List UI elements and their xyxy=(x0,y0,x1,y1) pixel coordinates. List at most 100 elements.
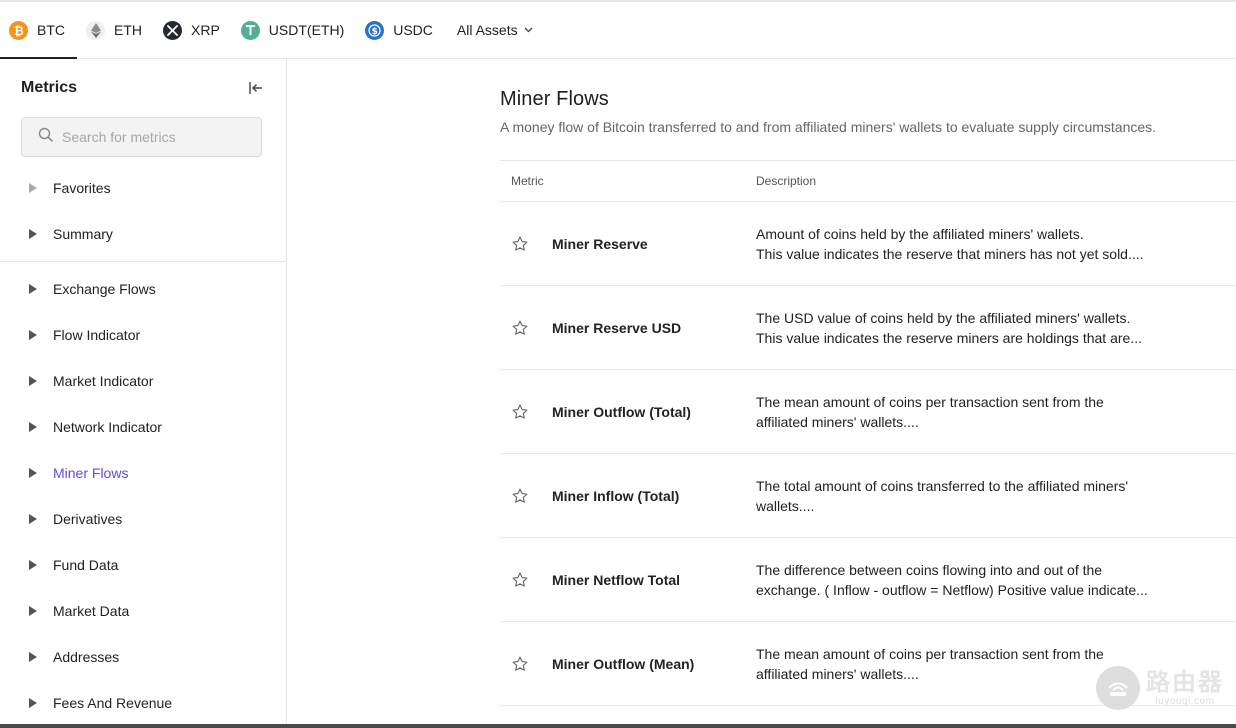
table-row[interactable]: Miner Inflow (Total) The total amount of… xyxy=(500,454,1236,538)
metrics-sidebar: Metrics Favorites Summary Exchange Flows… xyxy=(0,59,287,728)
description-line: The mean amount of coins per transaction… xyxy=(756,645,1104,662)
sidebar-item-exchange-flows[interactable]: Exchange Flows xyxy=(0,266,286,312)
description-line: wallets.... xyxy=(756,497,815,514)
star-icon[interactable] xyxy=(500,403,552,421)
asset-tab-usdc[interactable]: $ USDC xyxy=(356,2,445,58)
usdc-icon: $ xyxy=(365,20,385,40)
sidebar-item-label: Favorites xyxy=(53,180,111,196)
description-line: This value indicates the reserve miners … xyxy=(756,329,1142,346)
sidebar-item-favorites[interactable]: Favorites xyxy=(0,165,286,211)
sidebar-item-label: Summary xyxy=(53,226,113,242)
collapse-sidebar-icon[interactable] xyxy=(246,78,266,98)
description-line: The total amount of coins transferred to… xyxy=(756,477,1129,494)
asset-tab-label: ETH xyxy=(114,22,142,38)
caret-right-icon xyxy=(29,284,37,294)
metric-name[interactable]: Miner Inflow (Total) xyxy=(552,488,756,504)
metric-name[interactable]: Miner Netflow Total xyxy=(552,572,756,588)
description-line: The difference between coins flowing int… xyxy=(756,561,1103,578)
sidebar-item-addresses[interactable]: Addresses xyxy=(0,634,286,680)
svg-text:₿: ₿ xyxy=(14,24,24,37)
asset-tab-label: USDC xyxy=(393,22,433,38)
sidebar-item-label: Market Data xyxy=(53,603,130,619)
metric-name[interactable]: Miner Outflow (Total) xyxy=(552,404,756,420)
asset-tab-btc[interactable]: ₿ BTC xyxy=(0,2,77,59)
caret-right-icon xyxy=(29,422,37,432)
all-assets-label: All Assets xyxy=(456,22,518,38)
asset-tab-label: XRP xyxy=(191,22,220,38)
all-assets-dropdown[interactable]: All Assets xyxy=(445,2,545,58)
sidebar-item-fund-data[interactable]: Fund Data xyxy=(0,542,286,588)
caret-right-icon xyxy=(29,652,37,662)
star-icon[interactable] xyxy=(500,655,552,673)
sidebar-item-summary[interactable]: Summary xyxy=(0,211,286,257)
asset-tab-eth[interactable]: ETH xyxy=(77,2,154,58)
sidebar-item-derivatives[interactable]: Derivatives xyxy=(0,496,286,542)
page-title: Miner Flows xyxy=(500,88,609,110)
sidebar-item-miner-flows[interactable]: Miner Flows xyxy=(0,450,286,496)
router-icon xyxy=(1096,666,1140,710)
sidebar-top-list: Favorites Summary xyxy=(0,165,286,257)
ethereum-icon xyxy=(86,20,105,40)
caret-right-icon xyxy=(29,698,37,708)
description-line: exchange. ( Inflow - outflow = Netflow) … xyxy=(756,581,1148,598)
asset-tab-label: BTC xyxy=(37,22,65,38)
table-row[interactable]: Miner Reserve Amount of coins held by th… xyxy=(500,202,1236,286)
sidebar-item-label: Network Indicator xyxy=(53,419,162,435)
metric-description: The USD value of coins held by the affil… xyxy=(756,308,1236,348)
description-line: affiliated miners' wallets.... xyxy=(756,413,919,430)
metric-name[interactable]: Miner Outflow (Mean) xyxy=(552,656,756,672)
caret-right-icon xyxy=(29,606,37,616)
sidebar-item-market-data[interactable]: Market Data xyxy=(0,588,286,634)
sidebar-item-network-indicator[interactable]: Network Indicator xyxy=(0,404,286,450)
sidebar-item-label: Miner Flows xyxy=(53,465,129,481)
star-icon[interactable] xyxy=(500,319,552,337)
metrics-table: Metric Description Miner Reserve Amount … xyxy=(500,160,1236,706)
table-row[interactable]: Miner Netflow Total The difference betwe… xyxy=(500,538,1236,622)
search-icon xyxy=(38,127,54,148)
svg-text:$: $ xyxy=(372,27,378,37)
metric-name[interactable]: Miner Reserve xyxy=(552,236,756,252)
chevron-down-icon xyxy=(524,25,533,36)
xrp-icon xyxy=(163,20,182,40)
caret-right-icon xyxy=(29,229,37,239)
table-row[interactable]: Miner Reserve USD The USD value of coins… xyxy=(500,286,1236,370)
star-icon[interactable] xyxy=(500,571,552,589)
sidebar-item-label: Addresses xyxy=(53,649,120,665)
caret-right-icon xyxy=(29,514,37,524)
description-line: The USD value of coins held by the affil… xyxy=(756,309,1131,326)
star-icon[interactable] xyxy=(500,487,552,505)
watermark-en: luyouqi.com xyxy=(1155,695,1215,707)
bottom-edge xyxy=(0,724,1236,728)
caret-right-icon xyxy=(29,560,37,570)
caret-right-icon xyxy=(29,330,37,340)
column-header-description: Description xyxy=(756,174,817,188)
sidebar-item-market-indicator[interactable]: Market Indicator xyxy=(0,358,286,404)
asset-tab-usdt[interactable]: USDT(ETH) xyxy=(232,2,356,58)
asset-tab-label: USDT(ETH) xyxy=(268,22,345,38)
description-line: The mean amount of coins per transaction… xyxy=(756,393,1104,410)
watermark-text: 路由器 luyouqi.com xyxy=(1146,668,1224,707)
asset-tab-bar: ₿ BTC ETH XRP USDT(ETH) $ USDC All Asset… xyxy=(0,0,1236,59)
asset-tab-xrp[interactable]: XRP xyxy=(154,2,232,58)
table-row[interactable]: Miner Outflow (Total) The mean amount of… xyxy=(500,370,1236,454)
caret-right-icon xyxy=(29,376,37,386)
tether-icon xyxy=(240,20,260,40)
sidebar-item-label: Flow Indicator xyxy=(53,327,141,343)
star-icon[interactable] xyxy=(500,235,552,253)
main-content: Miner Flows A money flow of Bitcoin tran… xyxy=(500,59,1236,706)
watermark-cn: 路由器 xyxy=(1146,668,1224,696)
sidebar-title: Metrics xyxy=(21,79,78,96)
watermark-logo: 路由器 luyouqi.com xyxy=(1096,666,1224,710)
search-input[interactable] xyxy=(62,129,252,145)
metric-description: The mean amount of coins per transaction… xyxy=(756,392,1236,432)
metric-description: The difference between coins flowing int… xyxy=(756,560,1236,600)
metric-description: Amount of coins held by the affiliated m… xyxy=(756,224,1236,264)
column-header-metric: Metric xyxy=(511,174,544,188)
sidebar-header: Metrics xyxy=(0,59,286,117)
sidebar-item-flow-indicator[interactable]: Flow Indicator xyxy=(0,312,286,358)
description-line: Amount of coins held by the affiliated m… xyxy=(756,225,1084,242)
metric-name[interactable]: Miner Reserve USD xyxy=(552,320,756,336)
sidebar-item-label: Fees And Revenue xyxy=(53,695,173,711)
sidebar-item-fees-and-revenue[interactable]: Fees And Revenue xyxy=(0,680,286,726)
metric-search-box[interactable] xyxy=(21,117,262,157)
